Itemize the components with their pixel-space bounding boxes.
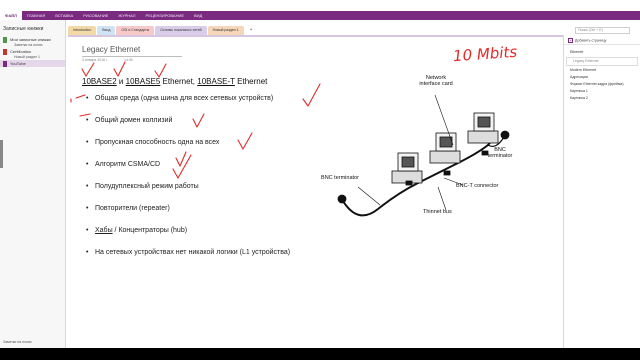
notebook-icon xyxy=(3,37,7,43)
notebook-icon xyxy=(3,61,7,67)
section-tab-new-section[interactable]: Новый раздел 1 xyxy=(207,26,244,35)
ribbon-tab-file[interactable]: ФАЙЛ xyxy=(0,11,22,20)
checkmark-icon xyxy=(154,63,167,78)
plus-icon: + xyxy=(568,38,573,43)
checkmark-icon xyxy=(237,132,253,150)
section-tab-introduction[interactable]: Introduction xyxy=(68,26,97,35)
add-page-button[interactable]: + Добавить страницу xyxy=(564,35,640,45)
checkmark-icon xyxy=(192,113,205,128)
search-input[interactable]: Поиск (Ctrl + E) xyxy=(575,27,630,34)
page-canvas[interactable]: Legacy Ethernet 3 января 2016 г. 14:39 1… xyxy=(68,35,563,348)
page-item[interactable]: Картинка 2 xyxy=(564,95,640,102)
page-item[interactable]: Адресация xyxy=(564,74,640,81)
ribbon-tab-draw[interactable]: РИСОВАНИЕ xyxy=(78,11,113,20)
bnc-t-label: BNC-T connector xyxy=(456,183,499,189)
checkmark-icon xyxy=(81,62,95,77)
ribbon-tab-home[interactable]: ГЛАВНАЯ xyxy=(22,11,50,20)
page-item[interactable]: Формат Ethernet кадра (фрейма) xyxy=(564,81,640,88)
bnc-terminator-left-label: BNC terminator xyxy=(321,175,359,181)
section-tab-lan-basics[interactable]: Основы локальных сетей xyxy=(155,26,207,35)
notebook-item-certification[interactable]: Certification xyxy=(0,48,65,55)
section-tabs: Introduction Ввод OSI и Стандарты Основы… xyxy=(68,26,259,35)
page-item[interactable]: Ethernet xyxy=(564,49,640,56)
notebook-pane: Записные книжки Мои записные книжки Заме… xyxy=(0,20,66,348)
ink-scribble xyxy=(79,113,91,117)
nic-label: Network interface card xyxy=(419,75,453,87)
ribbon-tab-view[interactable]: ВИД xyxy=(189,11,207,20)
notebook-item-youtube[interactable]: YouTube xyxy=(0,60,65,67)
pane-collapse-handle[interactable] xyxy=(0,140,3,168)
ribbon-tab-history[interactable]: ЖУРНАЛ xyxy=(113,11,140,20)
quick-notes-link[interactable]: Заметки на полях xyxy=(0,340,66,344)
notebook-pane-title[interactable]: Записные книжки xyxy=(0,20,65,32)
section-tab-osi[interactable]: OSI и Стандарты xyxy=(116,26,155,35)
ribbon-collapse-area xyxy=(616,13,640,18)
notebook-item-my-notebooks[interactable]: Мои записные книжки xyxy=(0,36,65,43)
ribbon-tab-review[interactable]: РЕЦЕНЗИРОВАНИЕ xyxy=(141,11,189,20)
add-page-label: Добавить страницу xyxy=(575,38,607,43)
page-item[interactable]: Modern Ethernet xyxy=(564,67,640,74)
ribbon-tabs: ФАЙЛ ГЛАВНАЯ ВСТАВКА РИСОВАНИЕ ЖУРНАЛ РЕ… xyxy=(0,11,640,20)
bottom-bar xyxy=(0,348,640,360)
thinnet-diagram: Network interface card BNC terminator BN… xyxy=(318,75,518,230)
ink-scribble xyxy=(75,94,86,99)
checkmark-icon xyxy=(113,61,126,77)
notebook-label: YouTube xyxy=(10,61,26,66)
onenote-window: ФАЙЛ ГЛАВНАЯ ВСТАВКА РИСОВАНИЕ ЖУРНАЛ РЕ… xyxy=(0,0,640,348)
add-section-button[interactable]: + xyxy=(245,26,258,35)
ribbon-tab-insert[interactable]: ВСТАВКА xyxy=(50,11,78,20)
page-item-selected[interactable]: Legacy Ethernet xyxy=(566,57,638,66)
notebook-icon xyxy=(3,49,7,55)
bnc-terminator-right-label: BNC terminator xyxy=(487,147,513,159)
notebook-label: Мои записные книжки xyxy=(10,37,51,42)
notebook-label: Certification xyxy=(10,49,32,54)
section-tab-intro[interactable]: Ввод xyxy=(97,26,116,35)
thinnet-bus-label: Thinnet bus xyxy=(423,209,452,215)
title-bar xyxy=(0,0,640,11)
page-list-pane: + Добавить страницу Ethernet Legacy Ether… xyxy=(563,35,640,348)
checkmark-icon xyxy=(175,151,187,167)
page-item[interactable]: Картинка 1 xyxy=(564,88,640,95)
